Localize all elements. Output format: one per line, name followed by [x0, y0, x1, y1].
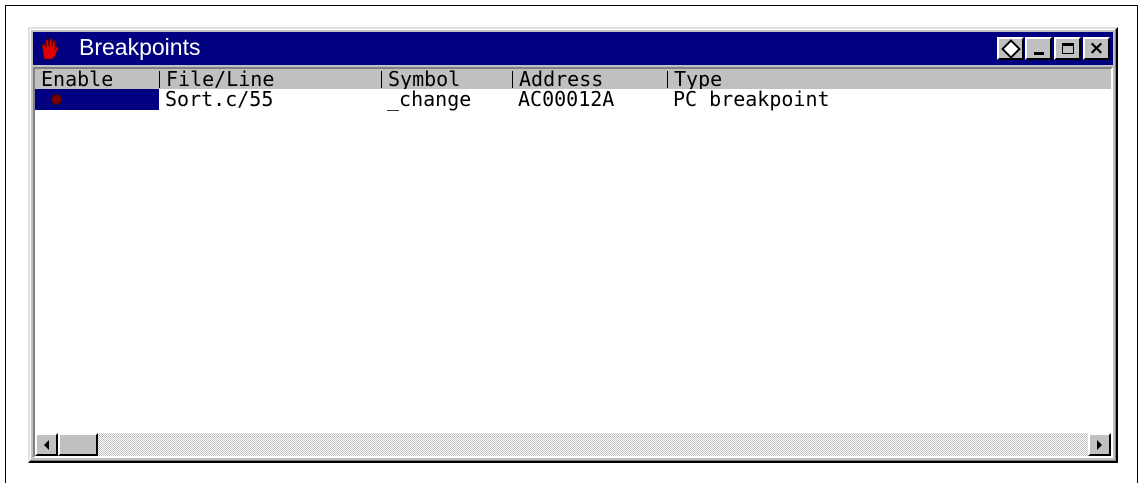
arrow-left-icon [44, 439, 49, 450]
horizontal-scrollbar[interactable] [35, 433, 1111, 456]
pin-button[interactable] [997, 37, 1024, 60]
hand-icon [38, 37, 60, 61]
column-header-address[interactable]: Address [513, 69, 667, 89]
breakpoint-list[interactable]: Enable File/Line Symbol Address Type Sor… [33, 67, 1113, 458]
maximize-button[interactable] [1054, 37, 1081, 60]
window-title: Breakpoints [79, 34, 201, 60]
maximize-icon [1061, 43, 1074, 54]
arrow-right-icon [1097, 439, 1102, 450]
symbol-cell: _change [387, 87, 472, 111]
minimize-icon [1033, 52, 1044, 55]
type-cell: PC breakpoint [673, 87, 830, 111]
table-row[interactable]: Sort.c/55 _change AC00012A PC breakpoint [35, 89, 1111, 110]
close-button[interactable]: × [1083, 37, 1110, 60]
column-header-type[interactable]: Type [668, 69, 1088, 89]
scroll-left-button[interactable] [35, 433, 58, 456]
title-bar[interactable]: Breakpoints × [33, 32, 1113, 65]
scroll-right-button[interactable] [1088, 433, 1111, 456]
address-cell: AC00012A [518, 87, 615, 111]
minimize-button[interactable] [1025, 37, 1052, 60]
scroll-thumb[interactable] [58, 433, 98, 456]
column-header-file-line[interactable]: File/Line [160, 69, 381, 89]
pin-icon [1000, 38, 1021, 59]
list-header: Enable File/Line Symbol Address Type [35, 69, 1111, 89]
column-header-enable[interactable]: Enable [35, 69, 159, 89]
breakpoint-dot-icon[interactable] [52, 95, 61, 104]
column-header-symbol[interactable]: Symbol [382, 69, 512, 89]
file-line-cell: Sort.c/55 [165, 87, 274, 111]
breakpoints-window: Breakpoints × Enable File/Line Symbol Ad… [28, 27, 1118, 463]
enable-cell[interactable] [35, 89, 159, 110]
close-icon: × [1088, 36, 1105, 59]
